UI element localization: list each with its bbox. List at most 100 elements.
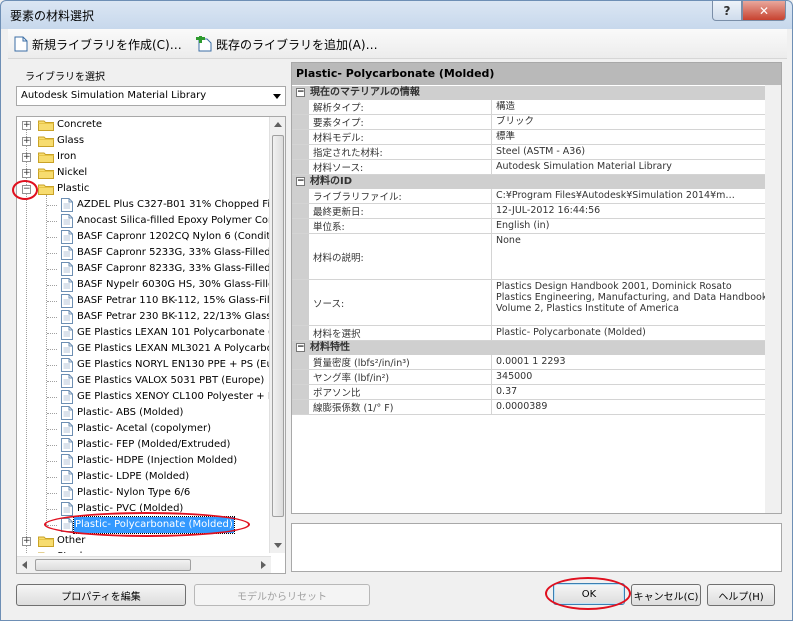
property-row[interactable]: ポアソン比 0.37 (292, 385, 781, 400)
property-row[interactable]: ソース: Plastics Design Handbook 2001, Domi… (292, 280, 781, 326)
property-row[interactable]: 解析タイプ: 構造 (292, 100, 781, 115)
tree-folder-steel[interactable]: + Steel (17, 549, 271, 553)
reset-from-model-button[interactable]: モデルからリセット (194, 584, 370, 606)
expand-icon[interactable]: + (22, 121, 31, 130)
help-title-button[interactable]: ? (712, 1, 742, 21)
property-row[interactable]: ヤング率 (lbf/in²) 345000 (292, 370, 781, 385)
tree-item[interactable]: GE Plastics LEXAN ML3021 A Polycarbona (17, 341, 271, 357)
collapse-icon[interactable]: − (296, 177, 305, 186)
property-row[interactable]: 単位系: English (in) (292, 219, 781, 234)
tree-item[interactable]: BASF Capronr 5233G, 33% Glass-Filled Ny (17, 245, 271, 261)
tree-item[interactable]: BASF Petrar 230 BK-112, 22/13% Glass/ (17, 309, 271, 325)
cancel-button[interactable]: キャンセル(C) (631, 584, 701, 606)
tree-item[interactable]: BASF Capronr 8233G, 33% Glass-Filled Ny (17, 261, 271, 277)
tree-item[interactable]: AZDEL Plus C327-B01 31% Chopped Fibe (17, 197, 271, 213)
tree-branch-line (47, 525, 57, 526)
tree-item[interactable]: BASF Capronr 1202CQ Nylon 6 (Condition (17, 229, 271, 245)
property-row[interactable]: 材料モデル: 標準 (292, 130, 781, 145)
tree-item[interactable]: GE Plastics VALOX 5031 PBT (Europe) (17, 373, 271, 389)
tree-folder-concrete[interactable]: + Concrete (17, 117, 271, 133)
collapse-icon[interactable]: − (296, 343, 305, 352)
material-document-icon (61, 310, 73, 324)
expand-icon[interactable]: + (22, 169, 31, 178)
scroll-up-icon[interactable] (274, 122, 282, 127)
scroll-left-icon[interactable] (22, 561, 27, 569)
library-select[interactable]: Autodesk Simulation Material Library (16, 86, 286, 106)
property-row[interactable]: 線膨張係数 (1/° F) 0.0000389 (292, 400, 781, 415)
tree-item[interactable]: Plastic- ABS (Molded) (17, 405, 271, 421)
tree-item[interactable]: Plastic- Polycarbonate (Molded) (17, 516, 271, 534)
material-document-icon (61, 326, 73, 340)
scroll-down-icon[interactable] (274, 543, 282, 548)
edit-properties-button[interactable]: プロパティを編集 (16, 584, 186, 606)
tree-branch-line (47, 461, 57, 462)
tree-item-label: Plastic- HDPE (Injection Molded) (77, 455, 238, 466)
expand-icon[interactable]: + (22, 537, 31, 546)
tree-item[interactable]: Plastic- HDPE (Injection Molded) (17, 453, 271, 469)
material-document-icon (61, 486, 73, 500)
tree-item[interactable]: Plastic- PVC (Molded) (17, 501, 271, 517)
property-row[interactable]: 質量密度 (lbfs²/in/in³) 0.0001 1 2293 (292, 355, 781, 370)
tree-branch-line (47, 445, 57, 446)
property-row[interactable]: 材料を選択 Plastic- Polycarbonate (Molded) (292, 326, 781, 341)
tree-scroll-thumb[interactable] (272, 135, 284, 517)
tree-vertical-scrollbar[interactable] (269, 117, 285, 553)
property-name: 線膨張係数 (1/° F) (309, 400, 492, 414)
tree-folder-plastic[interactable]: − Plastic (17, 181, 271, 197)
tree-folder-nickel[interactable]: + Nickel (17, 165, 271, 181)
property-row[interactable]: 要素タイプ: ブリック (292, 115, 781, 130)
add-document-icon (196, 36, 212, 52)
material-tree: + Concrete + Glass + Iron + Nickel − Pla… (16, 116, 286, 574)
material-document-icon (61, 374, 73, 388)
tree-item[interactable]: GE Plastics XENOY CL100 Polyester + Pc (17, 389, 271, 405)
tree-item-label: Plastic- LDPE (Molded) (77, 471, 190, 482)
property-name: 材料ソース: (309, 160, 492, 174)
properties-scrollbar[interactable] (765, 85, 781, 513)
tree-item[interactable]: Plastic- Acetal (copolymer) (17, 421, 271, 437)
tree-item[interactable]: GE Plastics LEXAN 101 Polycarbonate (Eu (17, 325, 271, 341)
property-value: 0.0000389 (496, 401, 548, 412)
property-value: 構造 (496, 101, 516, 112)
tree-horizontal-scrollbar[interactable] (17, 556, 271, 573)
tree-item[interactable]: BASF Nypelr 6030G HS, 30% Glass-Filled N (17, 277, 271, 293)
material-document-icon (61, 294, 73, 308)
expand-icon[interactable]: + (22, 153, 31, 162)
material-document-icon (61, 278, 73, 292)
tree-item-label-selected: Plastic- Polycarbonate (Molded) (73, 516, 235, 534)
tree-folder-glass[interactable]: + Glass (17, 133, 271, 149)
help-button[interactable]: ヘルプ(H) (707, 584, 775, 606)
tree-item[interactable]: Plastic- LDPE (Molded) (17, 469, 271, 485)
tree-item[interactable]: GE Plastics NORYL EN130 PPE + PS (Eur (17, 357, 271, 373)
ok-button[interactable]: OK (553, 583, 625, 605)
new-library-button[interactable]: 新規ライブラリを作成(C)… (14, 34, 182, 54)
property-row[interactable]: 材料ソース: Autodesk Simulation Material Libr… (292, 160, 781, 175)
tree-branch-line (47, 237, 57, 238)
property-row[interactable]: 材料の説明: None (292, 234, 781, 280)
tree-item[interactable]: Plastic- Nylon Type 6/6 (17, 485, 271, 501)
tree-item[interactable]: Anocast Silica-filled Epoxy Polymer Comp… (17, 213, 271, 229)
add-library-button[interactable]: 既存のライブラリを追加(A)… (196, 34, 378, 54)
tree-branch-line (47, 365, 57, 366)
dialog-client: 新規ライブラリを作成(C)… 既存のライブラリを追加(A)… ライブラリを選択 … (8, 29, 787, 615)
tree-item-label: BASF Petrar 230 BK-112, 22/13% Glass/ (77, 311, 271, 322)
collapse-icon[interactable]: − (296, 88, 305, 97)
tree-folder-other[interactable]: + Other (17, 533, 271, 549)
property-name: 解析タイプ: (309, 100, 492, 114)
row-gutter (292, 280, 309, 325)
property-name: 質量密度 (lbfs²/in/in³) (309, 355, 492, 369)
property-row[interactable]: 最終更新日: 12-JUL-2012 16:44:56 (292, 204, 781, 219)
collapse-icon[interactable]: − (22, 185, 31, 194)
close-button[interactable]: ✕ (742, 1, 786, 21)
tree-hscroll-thumb[interactable] (35, 559, 191, 571)
tree-folder-iron[interactable]: + Iron (17, 149, 271, 165)
description-box (291, 523, 782, 572)
scroll-right-icon[interactable] (261, 561, 266, 569)
property-row[interactable]: 指定された材料: Steel (ASTM - A36) (292, 145, 781, 160)
property-row[interactable]: ライブラリファイル: C:¥Program Files¥Autodesk¥Sim… (292, 189, 781, 204)
tree-item-label: Plastic- ABS (Molded) (77, 407, 184, 418)
tree-branch-line (47, 317, 57, 318)
tree-item[interactable]: BASF Petrar 110 BK-112, 15% Glass-Fille (17, 293, 271, 309)
expand-icon[interactable]: + (22, 137, 31, 146)
row-gutter (292, 234, 309, 279)
tree-item[interactable]: Plastic- FEP (Molded/Extruded) (17, 437, 271, 453)
